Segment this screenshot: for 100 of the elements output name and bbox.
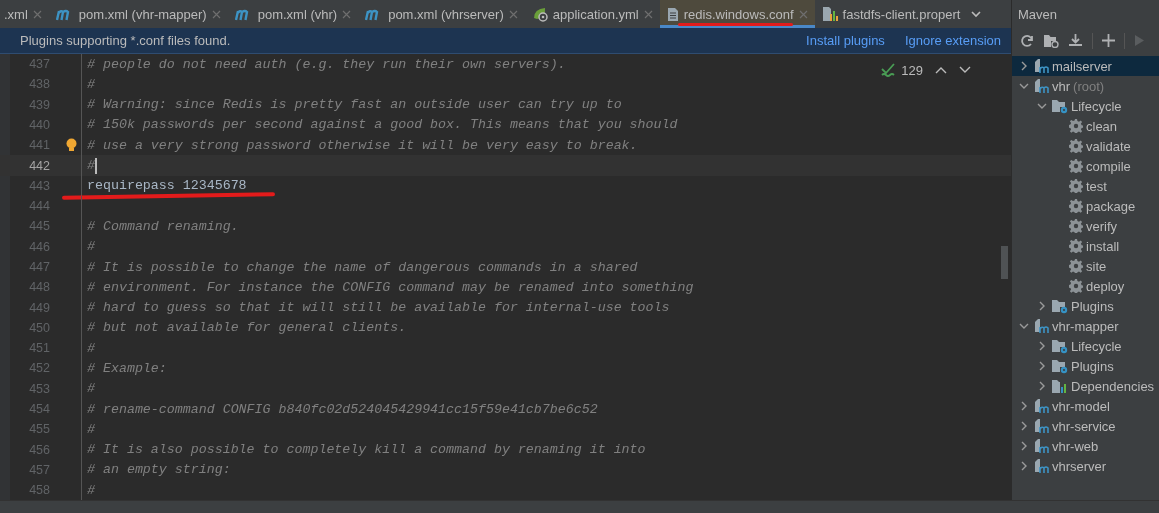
folder-refresh-icon[interactable] xyxy=(1043,33,1059,48)
line-number: 437 xyxy=(28,57,50,72)
notification-link[interactable]: Install plugins xyxy=(806,32,885,48)
tree-item[interactable]: deploy xyxy=(1012,276,1159,296)
tree-item[interactable]: package xyxy=(1012,196,1159,216)
gear-icon xyxy=(1069,139,1083,153)
comment-line: # Command renaming. xyxy=(86,218,239,234)
comment-line: # It is possible to change the name of dangerous commands in a shared xyxy=(86,259,638,275)
comment-line: # hard to guess so that it will still be available for internal-use tools xyxy=(86,300,670,316)
tree-item[interactable]: mailserver xyxy=(1012,56,1159,76)
tree-item[interactable]: vhr-web xyxy=(1012,436,1159,456)
tree-item[interactable]: vhr-mapper xyxy=(1012,316,1159,336)
folder-gear-icon xyxy=(1051,338,1068,354)
editor-tab[interactable]: pom.xml (vhrserver) xyxy=(358,0,525,28)
tree-item[interactable]: vhr-model xyxy=(1012,396,1159,416)
line-number: 455 xyxy=(28,422,50,437)
tree-item[interactable]: install xyxy=(1012,236,1159,256)
line-number: 452 xyxy=(28,361,50,376)
folder-gear-icon xyxy=(1051,358,1068,374)
tree-item[interactable]: validate xyxy=(1012,136,1159,156)
chevron-up-icon[interactable] xyxy=(935,66,947,75)
close-icon[interactable] xyxy=(32,9,42,19)
tree-item[interactable]: Lifecycle xyxy=(1012,336,1159,356)
comment-line: # xyxy=(86,421,95,437)
close-icon[interactable] xyxy=(643,9,653,19)
tree-item[interactable]: clean xyxy=(1012,116,1159,136)
line-number: 453 xyxy=(28,381,50,396)
line-number: 439 xyxy=(28,97,50,112)
chevron-down-icon[interactable] xyxy=(971,10,982,18)
editor-tab[interactable]: application.yml xyxy=(524,0,660,28)
comment-line: # It is also possible to completely kill a command by renaming it into xyxy=(86,442,646,458)
comment-line: # but not available for general clients. xyxy=(86,320,407,336)
lightbulb-icon[interactable] xyxy=(66,138,77,153)
notification-text: Plugins supporting *.conf files found. xyxy=(20,32,232,48)
scrollbar-thumb[interactable] xyxy=(1001,245,1008,279)
gear-icon xyxy=(1069,159,1083,173)
inspection-count: 129 xyxy=(901,62,923,78)
module-icon xyxy=(1033,398,1049,414)
line-number: 446 xyxy=(28,239,50,254)
line-number: 447 xyxy=(28,260,50,274)
text-caret xyxy=(95,157,97,174)
line-number: 448 xyxy=(28,280,50,295)
tree-item[interactable]: Plugins xyxy=(1012,296,1159,316)
gear-icon xyxy=(1069,119,1083,133)
tree-item[interactable]: vhrserver xyxy=(1012,456,1159,476)
line-number: 450 xyxy=(28,320,50,335)
editor-tab[interactable]: .xml xyxy=(0,0,49,28)
folder-gear-icon xyxy=(1051,98,1068,114)
notification-link[interactable]: Ignore extension xyxy=(904,32,1001,48)
gear-icon xyxy=(1069,199,1083,213)
tree-item[interactable]: site xyxy=(1012,256,1159,276)
module-icon xyxy=(1033,58,1049,74)
leaf-gear-icon xyxy=(531,6,548,22)
editor-tab[interactable]: fastdfs-client.propert xyxy=(814,0,989,28)
gear-icon xyxy=(1069,219,1083,233)
chevron-down-icon[interactable] xyxy=(959,66,971,75)
editor-tab[interactable]: pom.xml (vhr-mapper) xyxy=(48,0,228,28)
tree-item[interactable]: vhr (root) xyxy=(1012,76,1159,96)
download-icon[interactable] xyxy=(1068,33,1083,48)
module-icon xyxy=(1033,78,1049,94)
close-icon[interactable] xyxy=(211,9,221,19)
line-number: 441 xyxy=(28,138,50,153)
tree-item[interactable]: compile xyxy=(1012,156,1159,176)
check-icon[interactable] xyxy=(881,63,896,78)
line-number: 457 xyxy=(28,462,50,477)
tree-item[interactable]: vhr-service xyxy=(1012,416,1159,436)
line-number: 445 xyxy=(28,219,50,234)
line-number: 449 xyxy=(28,300,50,315)
tree-item[interactable]: verify xyxy=(1012,216,1159,236)
tree-item[interactable]: Dependencies xyxy=(1012,376,1159,396)
line-number: 456 xyxy=(28,442,50,457)
gear-icon xyxy=(1069,279,1083,293)
line-number: 443 xyxy=(28,178,50,193)
plus-icon[interactable] xyxy=(1102,34,1115,47)
refresh-icon[interactable] xyxy=(1020,33,1034,48)
comment-line: # xyxy=(86,381,95,397)
module-icon xyxy=(1033,438,1049,454)
comment-line: # xyxy=(86,76,95,92)
tree-item[interactable]: test xyxy=(1012,176,1159,196)
folder-gear-icon xyxy=(1051,298,1068,314)
line-number: 458 xyxy=(28,483,50,498)
editor-tab[interactable]: redis.windows.conf xyxy=(659,0,815,28)
comment-line: # people do not need auth (e.g. they run their own servers). xyxy=(86,56,566,72)
line-number: 454 xyxy=(28,402,50,417)
close-icon[interactable] xyxy=(342,9,352,19)
line-number: 444 xyxy=(28,199,50,214)
dependencies-icon xyxy=(1051,378,1068,394)
comment-line: # environment. For instance the CONFIG command may be renamed into something xyxy=(86,279,694,295)
comment-line: # xyxy=(86,340,95,356)
module-icon xyxy=(1033,458,1049,474)
comment-line: # an empty string: xyxy=(86,462,231,478)
code-line: requirepass 12345678 xyxy=(86,178,247,194)
comment-line: # Example: xyxy=(86,361,167,376)
close-icon[interactable] xyxy=(508,9,518,19)
module-icon xyxy=(1033,318,1049,334)
comment-line: # 150k passwords per second against a good box. This means that you should xyxy=(86,117,678,133)
comment-line: # rename-command CONFIG b840fc02d524045429941cc15f59e41cb7be6c52 xyxy=(86,401,598,417)
tree-item[interactable]: Plugins xyxy=(1012,356,1159,376)
editor-tab[interactable]: pom.xml (vhr) xyxy=(227,0,359,28)
tree-item[interactable]: Lifecycle xyxy=(1012,96,1159,116)
